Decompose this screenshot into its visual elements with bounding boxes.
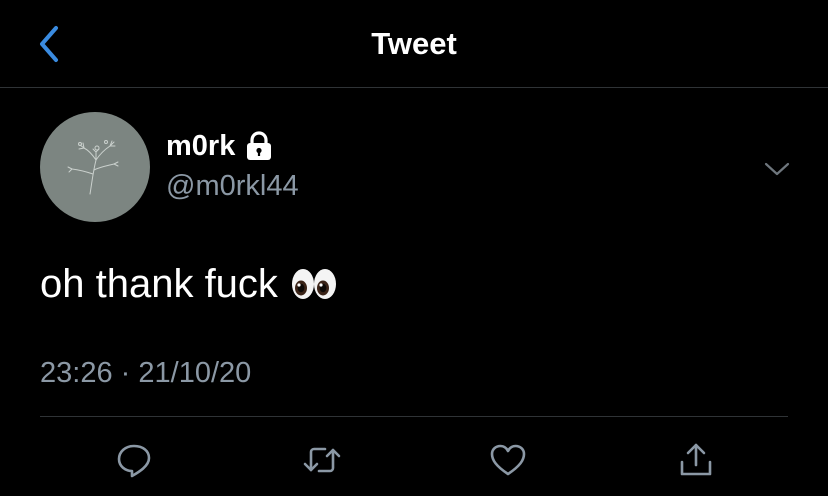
retweet-icon (303, 447, 341, 473)
display-name[interactable]: m0rk (166, 126, 235, 166)
username-handle[interactable]: @m0rkl44 (166, 166, 299, 206)
retweet-button[interactable] (298, 436, 346, 484)
tweet-screen: Tweet m0rk @m0rkl44 oh thank fuck 23:26 … (0, 0, 828, 496)
share-button[interactable] (672, 436, 720, 484)
tweet-action-bar (0, 436, 828, 486)
author-name-row[interactable]: m0rk (166, 126, 273, 166)
heart-icon (490, 444, 526, 476)
header-bar: Tweet (0, 0, 828, 88)
timestamp-separator: · (120, 357, 131, 389)
tweet-body: oh thank fuck (40, 256, 338, 312)
tweet-date: 21/10/20 (138, 357, 252, 389)
divider (40, 416, 788, 417)
chevron-down-icon (764, 162, 790, 176)
avatar[interactable] (40, 112, 150, 222)
tweet-time: 23:26 (40, 357, 113, 389)
page-title: Tweet (371, 26, 457, 61)
flower-sketch-avatar (67, 140, 119, 195)
share-icon (680, 443, 712, 476)
eyes-emoji (291, 269, 336, 299)
comment-icon (117, 444, 151, 478)
tweet-timestamp: 23:26 · 21/10/20 (40, 352, 251, 394)
like-button[interactable] (484, 436, 532, 484)
reply-button[interactable] (110, 436, 158, 484)
more-options-button[interactable] (760, 152, 794, 186)
lock-icon (247, 131, 272, 160)
tweet-text: oh thank fuck (40, 262, 278, 306)
